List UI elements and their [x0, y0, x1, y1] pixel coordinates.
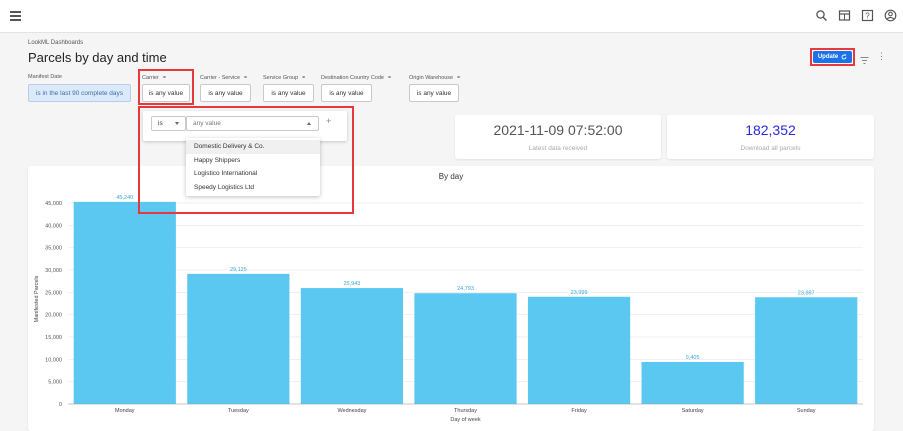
- bar-monday: [73, 201, 176, 404]
- y-tick-label: 30,000: [45, 268, 62, 274]
- bar-sunday: [755, 297, 858, 404]
- x-tick-label: Wednesday: [337, 408, 366, 414]
- data-label: 25,943: [344, 281, 361, 287]
- download-parcels-tile[interactable]: 182,352 Download all parcels: [667, 115, 874, 159]
- filter-destination-country[interactable]: is any value: [321, 84, 372, 102]
- link-icon: ⚭: [456, 75, 462, 81]
- y-tick-label: 40,000: [45, 223, 62, 229]
- link-icon: ⚭: [243, 75, 249, 81]
- menu-icon[interactable]: [10, 11, 21, 21]
- bar-saturday: [641, 361, 744, 404]
- y-tick-label: 20,000: [45, 313, 62, 319]
- parcel-count-value[interactable]: 182,352: [667, 122, 874, 138]
- bar-thursday: [414, 293, 517, 404]
- y-tick-label: 0: [59, 402, 62, 408]
- y-tick-label: 25,000: [45, 290, 62, 296]
- filter-popup-highlight: [138, 106, 354, 214]
- link-icon: ⚭: [386, 75, 393, 81]
- y-axis-title: Manifested Parcels: [34, 275, 40, 322]
- filter-manifest-date[interactable]: is in the last 90 complete days: [28, 84, 131, 102]
- filter-label-destination-country: Destination Country Code ⚭: [321, 75, 393, 81]
- data-label: 23,887: [798, 290, 815, 296]
- filter-label-origin-warehouse: Origin Warehouse ⚭: [409, 75, 462, 81]
- more-options-icon[interactable]: ⋮: [877, 52, 886, 62]
- download-parcels-caption: Download all parcels: [740, 145, 801, 152]
- update-label: Update: [817, 54, 839, 60]
- bar-friday: [527, 296, 631, 404]
- refresh-icon: [841, 54, 847, 60]
- link-icon: ⚭: [301, 75, 307, 81]
- bar-tuesday: [187, 273, 290, 404]
- data-label: 29,125: [230, 267, 247, 273]
- filter-origin-warehouse[interactable]: is any value: [409, 84, 459, 102]
- filter-label-carrier-service: Carrier - Service ⚭: [200, 75, 249, 81]
- latest-data-caption: Latest data received: [528, 145, 588, 152]
- y-tick-label: 45,000: [45, 201, 62, 207]
- top-bar: ?: [0, 0, 903, 33]
- x-tick-label: Tuesday: [228, 408, 249, 414]
- filter-label-service-group: Service Group ⚭: [263, 75, 307, 81]
- account-icon[interactable]: [884, 9, 897, 22]
- data-label: 45,240: [116, 195, 133, 201]
- latest-data-tile: 2021-11-09 07:52:00 Latest data received: [455, 115, 661, 159]
- update-button-highlight: Update: [810, 48, 855, 66]
- y-tick-label: 15,000: [45, 335, 62, 341]
- filter-carrier-service[interactable]: is any value: [200, 84, 251, 102]
- y-tick-label: 10,000: [45, 357, 62, 363]
- x-axis-title: Day of week: [450, 417, 481, 423]
- data-label: 23,999: [571, 290, 588, 296]
- page-title: Parcels by day and time: [28, 50, 167, 65]
- carrier-filter-highlight: [138, 69, 194, 105]
- search-icon[interactable]: [815, 9, 828, 22]
- grid-icon[interactable]: [838, 9, 851, 22]
- x-tick-label: Sunday: [797, 408, 816, 414]
- update-button[interactable]: Update: [813, 51, 852, 63]
- bar-wednesday: [300, 288, 404, 404]
- filter-label-manifest-date: Manifest Date: [28, 74, 62, 80]
- x-tick-label: Friday: [571, 408, 587, 414]
- data-label: 9,405: [686, 355, 700, 361]
- svg-text:?: ?: [865, 12, 870, 21]
- filter-service-group[interactable]: is any value: [263, 84, 314, 102]
- help-icon[interactable]: ?: [861, 9, 874, 22]
- x-tick-label: Saturday: [682, 408, 704, 414]
- y-tick-label: 35,000: [45, 246, 62, 252]
- filter-icon[interactable]: [860, 52, 869, 64]
- x-tick-label: Thursday: [454, 408, 477, 414]
- latest-data-value: 2021-11-09 07:52:00: [493, 122, 623, 138]
- y-tick-label: 5,000: [48, 380, 62, 386]
- breadcrumb[interactable]: LookML Dashboards: [28, 40, 83, 46]
- data-label: 24,793: [457, 286, 474, 292]
- top-icons: ?: [815, 9, 897, 22]
- x-tick-label: Monday: [115, 408, 135, 414]
